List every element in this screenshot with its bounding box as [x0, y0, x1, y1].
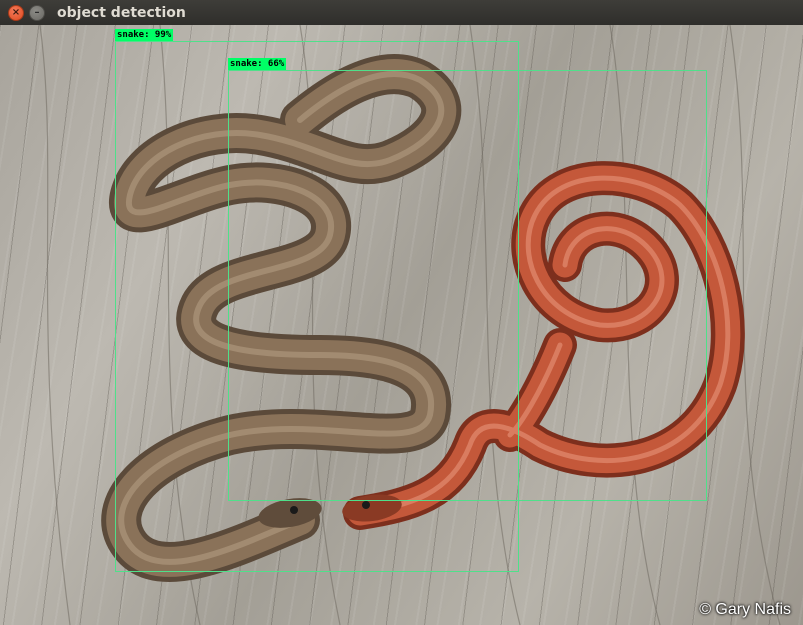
title-bar[interactable]: × – object detection — [0, 0, 803, 25]
minimize-button[interactable]: – — [29, 4, 45, 21]
detection-label-1: snake: 99% — [115, 29, 174, 41]
close-button[interactable]: × — [8, 4, 24, 21]
detection-window: × – object detection snake: 99% snake: 6… — [0, 0, 803, 625]
photo-credit: © Gary Nafis — [699, 601, 791, 618]
image-canvas: snake: 99% snake: 66% © Gary Nafis — [0, 25, 803, 625]
minimize-icon: – — [34, 6, 40, 18]
detection-label-2: snake: 66% — [228, 58, 287, 70]
window-title: object detection — [57, 4, 186, 21]
close-icon: × — [11, 6, 21, 18]
detection-box-2 — [228, 70, 707, 501]
